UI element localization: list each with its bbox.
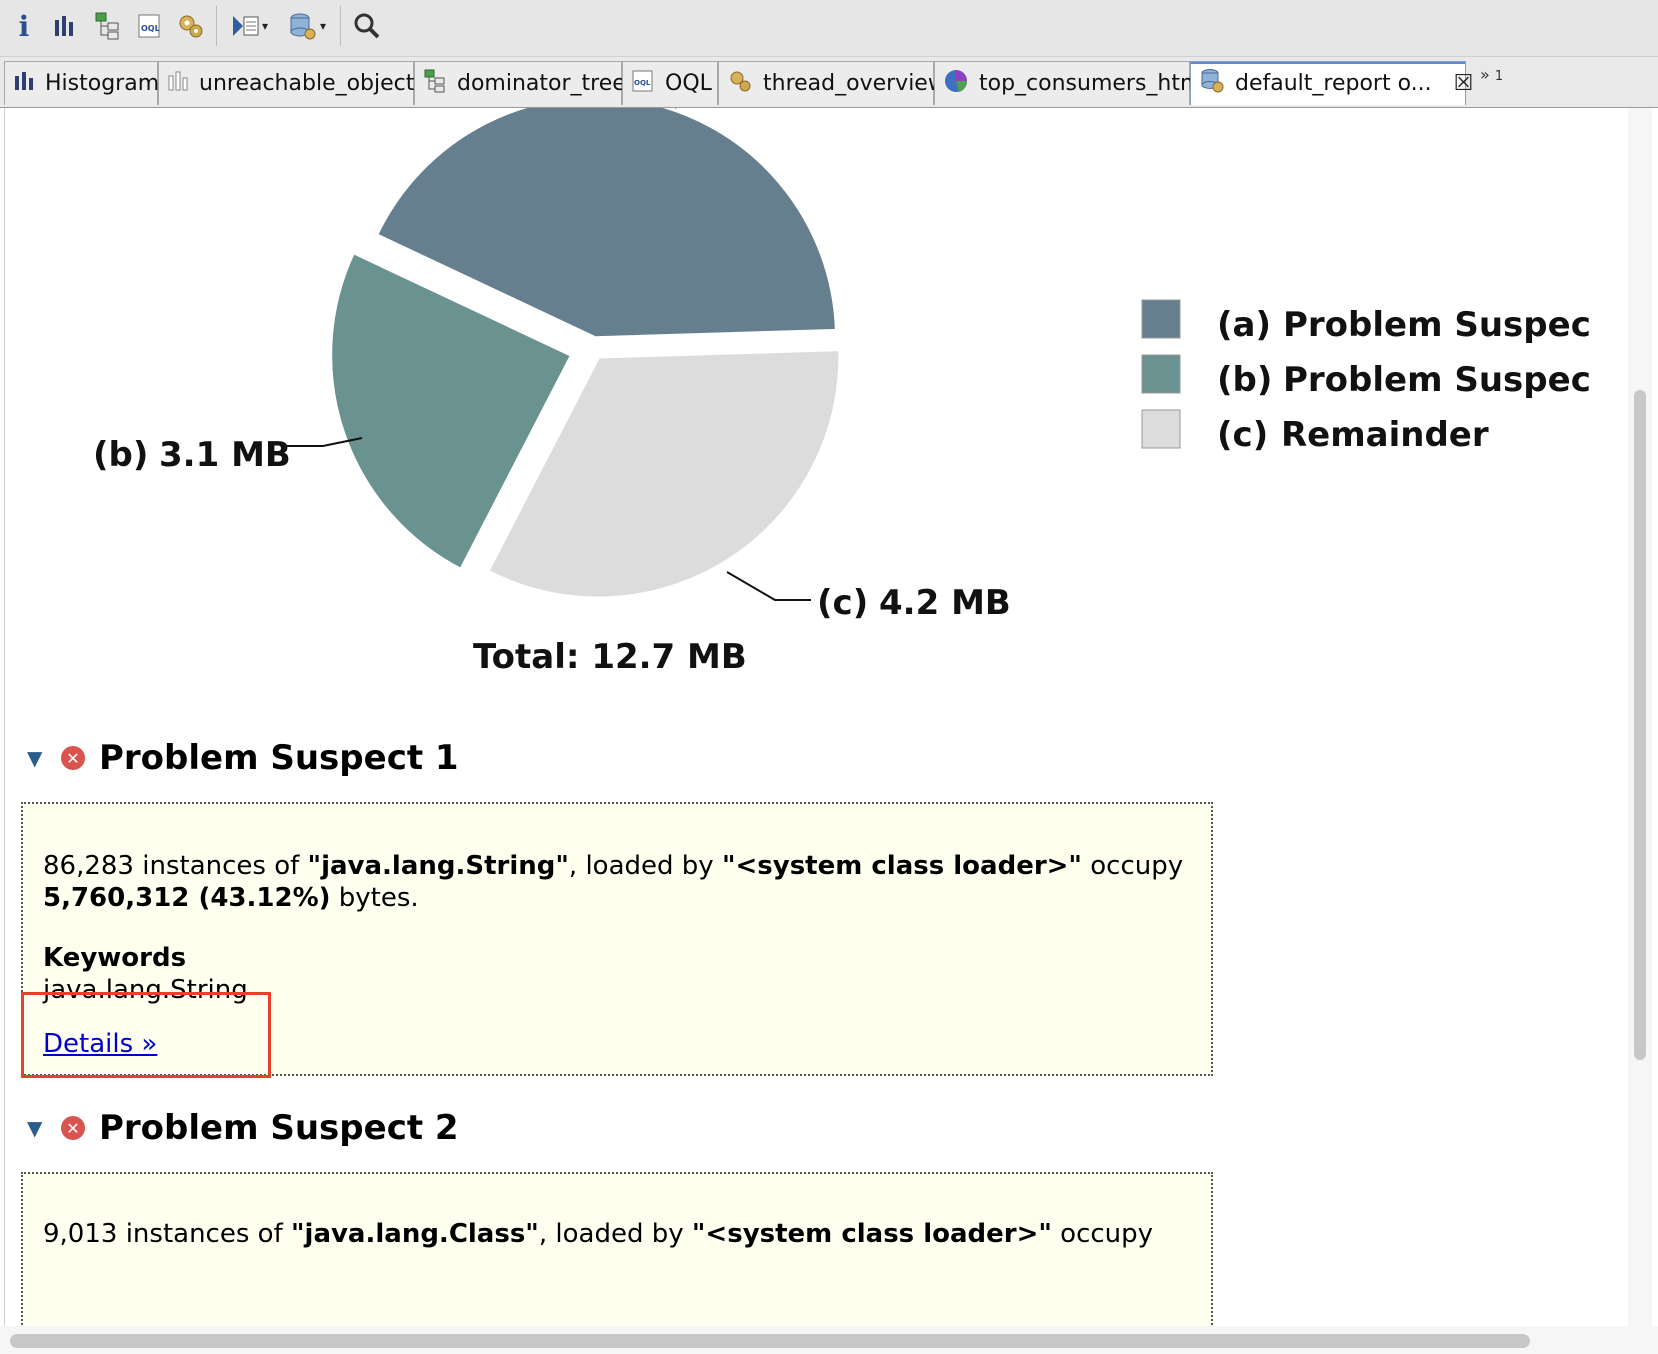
legend-swatch-a bbox=[1141, 299, 1181, 339]
dominator-tree-icon[interactable] bbox=[92, 6, 124, 46]
thread-overview-icon[interactable] bbox=[174, 6, 208, 46]
legend-label-b: Problem Suspec bbox=[1283, 360, 1591, 400]
class-name: "java.lang.String" bbox=[307, 851, 569, 881]
dominator-tree-icon bbox=[423, 68, 447, 100]
toolbar-separator bbox=[216, 6, 217, 46]
leader-line-c bbox=[726, 571, 811, 601]
suspect1-header[interactable]: ▼ ✕ Problem Suspect 1 bbox=[27, 738, 459, 778]
main-toolbar: i OQL ▾ ▾ bbox=[0, 0, 1658, 57]
legend-label-c: Remainder bbox=[1281, 415, 1489, 455]
legend-id-b: (b) bbox=[1217, 360, 1272, 400]
instance-count: 9,013 bbox=[43, 1219, 118, 1249]
horizontal-scroll-thumb[interactable] bbox=[10, 1334, 1530, 1348]
suspect2-header[interactable]: ▼ ✕ Problem Suspect 2 bbox=[27, 1108, 459, 1148]
class-name: "java.lang.Class" bbox=[290, 1219, 539, 1249]
toolbar-separator bbox=[340, 6, 341, 46]
overflow-count: 1 bbox=[1494, 69, 1504, 84]
class-loader: "<system class loader>" bbox=[721, 851, 1082, 881]
histogram-icon bbox=[167, 70, 189, 98]
tab-label: OQL bbox=[665, 71, 712, 96]
legend-swatch-b bbox=[1141, 354, 1181, 394]
query-browser-icon[interactable]: ▾ bbox=[282, 6, 332, 46]
histogram-icon[interactable] bbox=[50, 6, 80, 46]
desc-text: , loaded by bbox=[538, 1219, 692, 1249]
slice-label-c-value: 4.2 MB bbox=[879, 583, 1011, 623]
error-icon: ✕ bbox=[61, 1116, 85, 1140]
highlight-box bbox=[21, 992, 271, 1078]
legend-id-c: (c) bbox=[1217, 415, 1268, 455]
suspect2-title: Problem Suspect 2 bbox=[99, 1108, 459, 1148]
legend-label-a: Problem Suspec bbox=[1283, 305, 1591, 345]
tab-dominator-tree[interactable]: dominator_tree bbox=[414, 61, 626, 105]
collapse-triangle-icon[interactable]: ▼ bbox=[27, 746, 47, 770]
tab-label: top_consumers_html bbox=[979, 71, 1208, 96]
slice-label-c-id: (c) bbox=[817, 583, 868, 623]
pie-chart-icon bbox=[943, 68, 969, 100]
vertical-scroll-thumb[interactable] bbox=[1634, 390, 1646, 1060]
tab-default-report[interactable]: default_report o... ☒ bbox=[1190, 61, 1473, 105]
close-tab-icon[interactable]: ☒ bbox=[1454, 71, 1474, 96]
search-icon[interactable] bbox=[350, 6, 384, 46]
thread-overview-icon bbox=[727, 68, 753, 100]
suspect1-description: 86,283 instances of "java.lang.String", … bbox=[43, 850, 1191, 914]
tab-unreachable-objects[interactable]: unreachable_objects bbox=[158, 61, 426, 105]
desc-text: bytes. bbox=[330, 883, 419, 913]
tab-overflow-button[interactable]: » 1 bbox=[1480, 65, 1503, 84]
editor-tab-bar: Histogram unreachable_objects dominator_… bbox=[0, 57, 1658, 108]
tab-label: Histogram bbox=[45, 71, 160, 96]
slice-label-b-value: 3.1 MB bbox=[159, 435, 291, 475]
desc-text: instances of bbox=[133, 851, 308, 881]
legend-swatch-c bbox=[1141, 409, 1181, 449]
suspect2-description: 9,013 instances of "java.lang.Class", lo… bbox=[43, 1218, 1191, 1250]
info-icon[interactable]: i bbox=[12, 6, 36, 46]
tab-histogram[interactable]: Histogram bbox=[4, 61, 160, 105]
tab-label: unreachable_objects bbox=[199, 71, 426, 96]
pie-chart: (b) 3.1 MB (c) 4.2 MB Total: 12.7 MB (a)… bbox=[93, 108, 1591, 677]
error-icon: ✕ bbox=[61, 746, 85, 770]
suspect2-box: 9,013 instances of "java.lang.Class", lo… bbox=[21, 1172, 1213, 1326]
keywords-label: Keywords bbox=[43, 943, 187, 973]
oql-icon: OQL bbox=[631, 69, 655, 99]
tab-label: default_report o... bbox=[1235, 71, 1432, 96]
histogram-icon bbox=[13, 70, 35, 98]
svg-text:OQL: OQL bbox=[141, 24, 160, 33]
legend-id-a: (a) bbox=[1217, 305, 1271, 345]
run-report-icon[interactable]: ▾ bbox=[224, 6, 274, 46]
tab-label: thread_overview bbox=[763, 71, 946, 96]
slice-label-b-id: (b) bbox=[93, 435, 148, 475]
tab-oql[interactable]: OQL OQL bbox=[622, 61, 718, 105]
report-content: (b) 3.1 MB (c) 4.2 MB Total: 12.7 MB (a)… bbox=[4, 108, 1627, 1326]
retained-bytes: 5,760,312 (43.12%) bbox=[43, 883, 331, 913]
desc-text: occupy bbox=[1081, 851, 1184, 881]
class-loader: "<system class loader>" bbox=[691, 1219, 1052, 1249]
collapse-triangle-icon[interactable]: ▼ bbox=[27, 1116, 47, 1140]
tab-label: dominator_tree bbox=[457, 71, 626, 96]
chevron-double-right-icon: » bbox=[1480, 65, 1490, 84]
svg-text:OQL: OQL bbox=[634, 79, 651, 87]
desc-text: occupy bbox=[1051, 1219, 1154, 1249]
oql-icon[interactable]: OQL bbox=[134, 6, 166, 46]
pie-total: Total: 12.7 MB bbox=[473, 637, 747, 677]
report-icon bbox=[1199, 68, 1225, 100]
tab-top-consumers-html[interactable]: top_consumers_html bbox=[934, 61, 1208, 105]
desc-text: instances of bbox=[117, 1219, 291, 1249]
instance-count: 86,283 bbox=[43, 851, 134, 881]
desc-text: , loaded by bbox=[568, 851, 722, 881]
tab-thread-overview[interactable]: thread_overview bbox=[718, 61, 946, 105]
suspect1-title: Problem Suspect 1 bbox=[99, 738, 459, 778]
